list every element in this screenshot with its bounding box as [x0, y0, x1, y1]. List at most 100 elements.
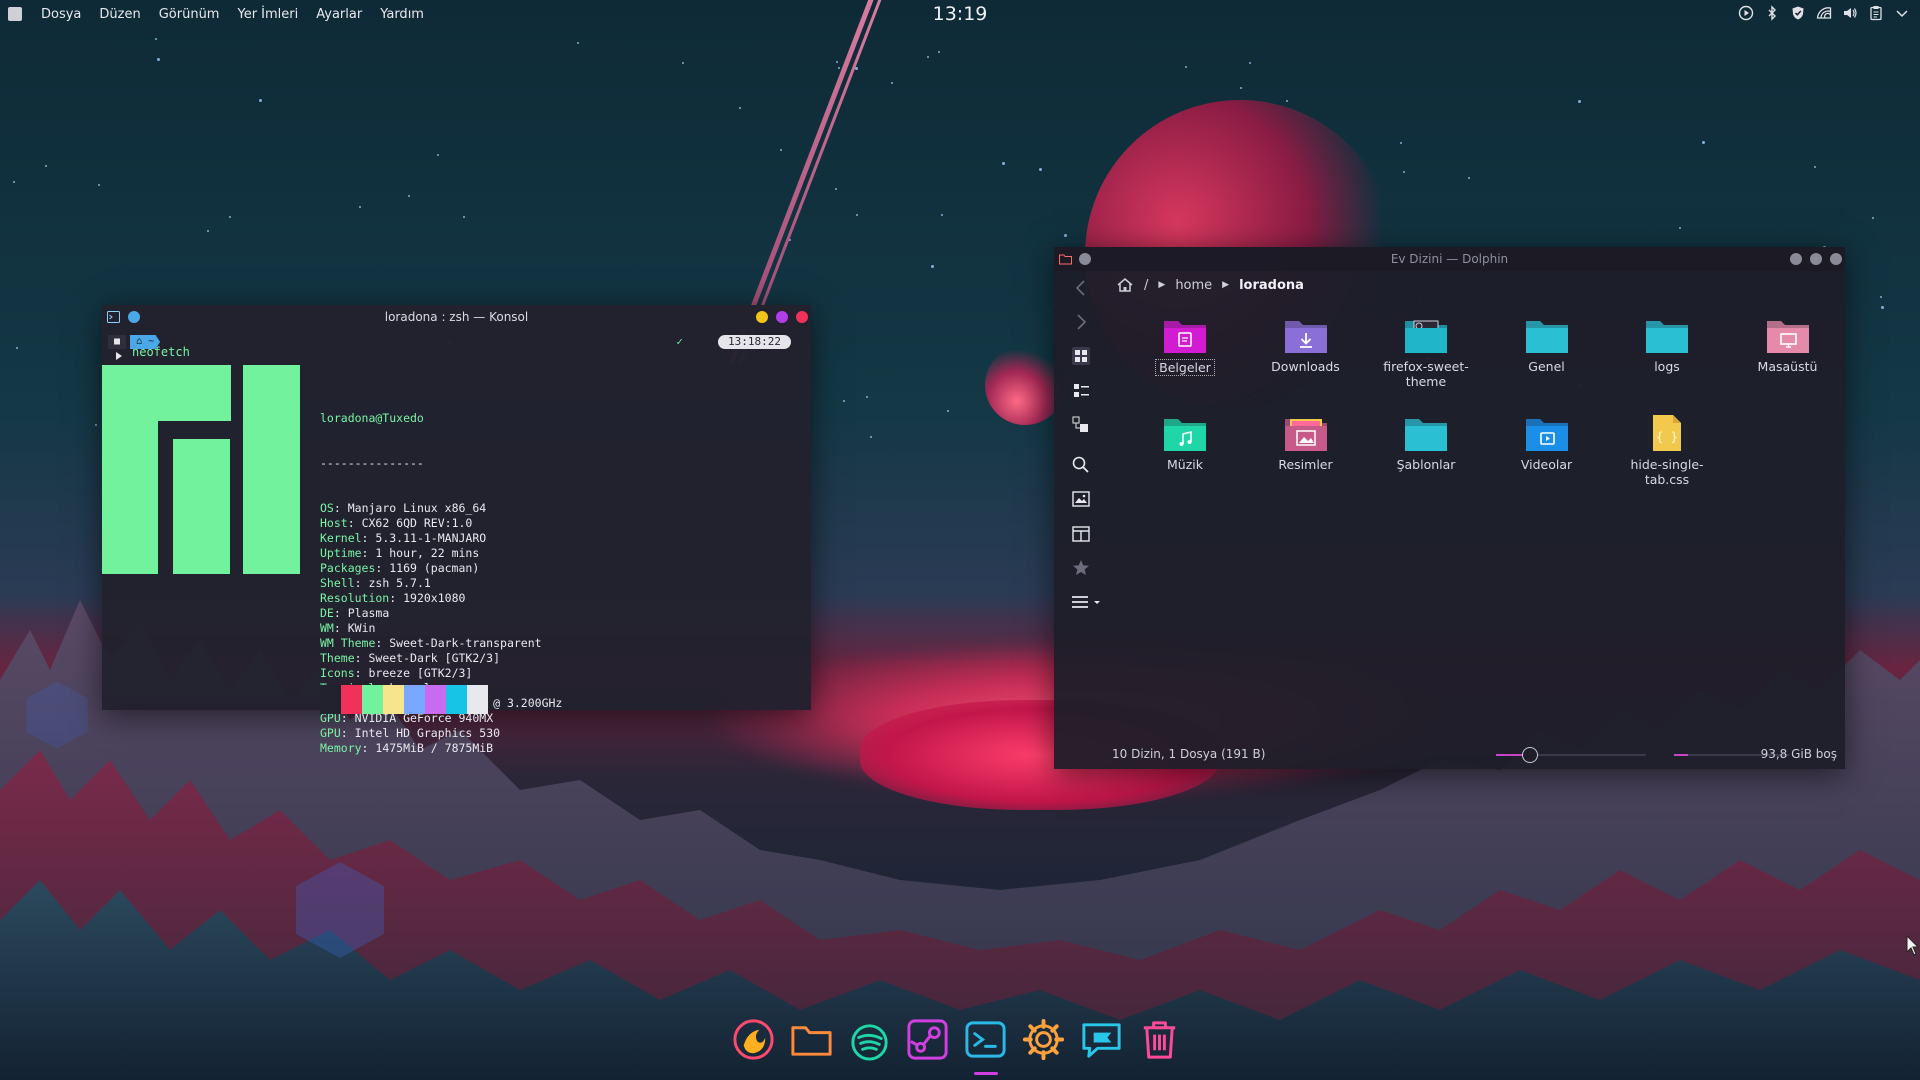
konsole-window[interactable]: loradona : zsh — Konsol ■ ⌂ ~ ✓ 13:18:22…	[102, 305, 811, 755]
prompt-arrow-icon	[116, 352, 122, 360]
star	[1185, 66, 1187, 68]
info-key: DE	[320, 606, 334, 620]
menu-edit[interactable]: Düzen	[90, 7, 149, 22]
star	[1872, 217, 1874, 219]
bluetooth-icon[interactable]	[1764, 5, 1780, 21]
close-button[interactable]	[1830, 253, 1842, 265]
file-item[interactable]: logs	[1612, 315, 1722, 374]
active-indicator	[974, 1071, 998, 1075]
file-item[interactable]: Resimler	[1251, 413, 1361, 472]
info-line: Icons: breeze [GTK2/3]	[320, 666, 473, 680]
back-icon[interactable]	[1070, 277, 1092, 299]
palette-swatch	[383, 685, 404, 714]
file-item[interactable]: Müzik	[1130, 413, 1240, 472]
star	[95, 424, 97, 426]
zoom-slider[interactable]	[1496, 747, 1646, 763]
details-view-icon[interactable]	[1070, 414, 1092, 436]
file-item[interactable]: Genel	[1492, 315, 1602, 374]
volume-icon[interactable]	[1842, 5, 1858, 21]
info-lines: OS: Manjaro Linux x86_64 Host: CX62 6QD R…	[320, 501, 562, 756]
preview-icon[interactable]	[1070, 488, 1092, 510]
star	[1286, 100, 1288, 102]
info-value: Plasma	[347, 606, 390, 620]
info-key: Host	[320, 516, 348, 530]
dock-terminal[interactable]	[962, 1016, 1009, 1075]
star	[207, 230, 209, 232]
star	[155, 38, 157, 40]
menu-help[interactable]: Yardım	[371, 7, 433, 22]
palette-swatch	[446, 685, 467, 714]
konsole-titlebar[interactable]: loradona : zsh — Konsol	[102, 305, 811, 329]
folder-icon	[1612, 315, 1722, 355]
info-value: zsh 5.7.1	[368, 576, 431, 590]
close-button[interactable]	[796, 311, 808, 323]
success-check-icon: ✓	[676, 335, 683, 348]
compact-view-icon[interactable]	[1070, 380, 1092, 402]
file-item[interactable]: Şablonlar	[1371, 413, 1481, 472]
menu-settings[interactable]: Ayarlar	[307, 7, 371, 22]
file-label: logs	[1654, 359, 1680, 374]
terminal-app-icon	[107, 311, 120, 323]
breadcrumb-root[interactable]: /	[1144, 278, 1148, 293]
palette-swatch	[320, 685, 341, 714]
search-icon[interactable]	[1070, 454, 1092, 476]
hamburger-menu-icon[interactable]	[1070, 591, 1104, 613]
home-icon[interactable]	[1116, 277, 1134, 293]
chevron-down-icon[interactable]	[1894, 5, 1910, 21]
file-item[interactable]: Masaüstü	[1733, 315, 1843, 374]
minimize-button[interactable]	[756, 311, 768, 323]
file-item[interactable]: Downloads	[1251, 315, 1361, 374]
star	[16, 347, 18, 349]
terminal-output[interactable]: ■ ⌂ ~ ✓ 13:18:22 neofetch loradona@Tuxed…	[102, 329, 811, 755]
dock-chat[interactable]	[1078, 1016, 1125, 1063]
info-key: OS	[320, 501, 334, 515]
free-space-fill	[1674, 754, 1688, 756]
star	[1039, 168, 1042, 171]
file-item[interactable]: Belgeler	[1130, 315, 1240, 376]
keep-above-button[interactable]	[128, 311, 140, 323]
file-item[interactable]: Videolar	[1492, 413, 1602, 472]
dock-spotify[interactable]	[846, 1016, 893, 1063]
dock	[730, 1012, 1183, 1075]
dolphin-window[interactable]: Ev Dizini — Dolphin / ▶ home ▶ loradona …	[1054, 247, 1845, 769]
folder-templates-icon	[1371, 413, 1481, 453]
dock-file-manager[interactable]	[788, 1016, 835, 1063]
dolphin-titlebar[interactable]: Ev Dizini — Dolphin	[1054, 247, 1845, 271]
info-line: Packages: 1169 (pacman)	[320, 561, 480, 575]
star	[577, 42, 579, 44]
menu-file[interactable]: Dosya	[32, 7, 90, 22]
file-item[interactable]: { } hide-single-tab.css	[1612, 413, 1722, 487]
zoom-slider-handle[interactable]	[1522, 747, 1538, 763]
star	[1400, 142, 1402, 144]
star-icon[interactable]	[1070, 557, 1092, 579]
dock-steam[interactable]	[904, 1016, 951, 1063]
application-menu-icon[interactable]	[8, 7, 22, 21]
maximize-button[interactable]	[776, 311, 788, 323]
neofetch-info: loradona@Tuxedo --------------- OS: Manj…	[320, 381, 562, 786]
keep-above-button[interactable]	[1079, 253, 1091, 265]
maximize-button[interactable]	[1810, 253, 1822, 265]
chevron-right-icon[interactable]: ▶	[1222, 280, 1229, 290]
wifi-icon[interactable]	[1816, 5, 1832, 21]
dock-settings[interactable]	[1020, 1016, 1067, 1063]
media-play-icon[interactable]	[1738, 5, 1754, 21]
forward-icon[interactable]	[1070, 311, 1092, 333]
dock-firefox[interactable]	[730, 1016, 777, 1063]
breadcrumb-current[interactable]: loradona	[1239, 278, 1304, 293]
terminal-icon	[965, 1020, 1006, 1058]
chevron-right-icon[interactable]: ▶	[1158, 280, 1165, 290]
split-view-icon[interactable]	[1070, 523, 1092, 545]
clipboard-icon[interactable]	[1868, 5, 1884, 21]
star	[836, 61, 838, 63]
star	[13, 181, 15, 183]
icons-view-icon[interactable]	[1070, 345, 1092, 367]
file-item[interactable]: firefox-sweet-theme	[1371, 315, 1481, 389]
breadcrumb-home[interactable]: home	[1175, 278, 1212, 293]
dock-trash[interactable]	[1136, 1016, 1183, 1063]
menu-bookmarks[interactable]: Yer İmleri	[228, 7, 307, 22]
status-text: 10 Dizin, 1 Dosya (191 B)	[1112, 747, 1266, 761]
shield-icon[interactable]	[1790, 5, 1806, 21]
status-bar: 10 Dizin, 1 Dosya (191 B) 93,8 GiB boş	[1112, 747, 1837, 763]
minimize-button[interactable]	[1790, 253, 1802, 265]
menu-view[interactable]: Görünüm	[150, 7, 229, 22]
